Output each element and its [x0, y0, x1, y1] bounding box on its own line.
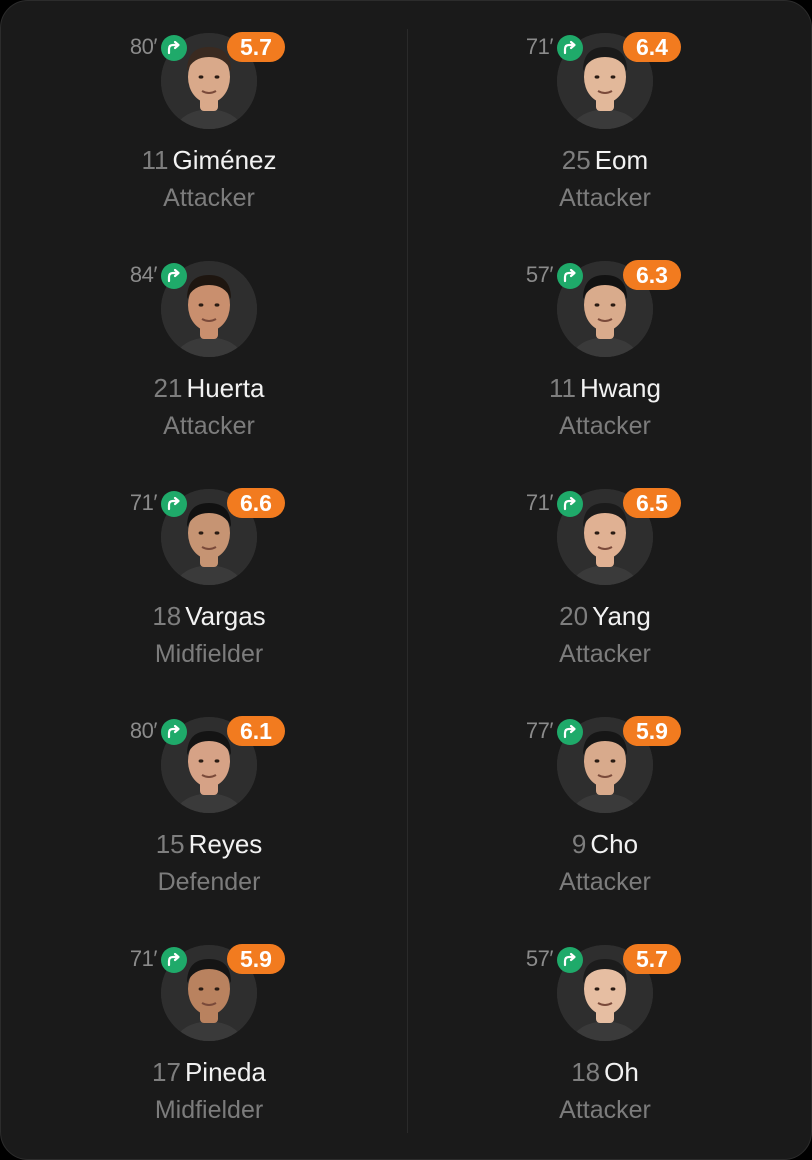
player-card-eom[interactable]: 71′ 6.4 25 Eom Attacker	[405, 1, 805, 229]
player-card-cho[interactable]: 77′ 5.9 9 Cho Attacker	[405, 685, 805, 913]
shirt-number: 11	[549, 373, 577, 403]
substitution-out-icon	[557, 263, 583, 289]
player-name-line: 11 Hwang	[405, 373, 805, 404]
player-position: Attacker	[559, 868, 651, 896]
player-position: Attacker	[163, 412, 255, 440]
shirt-number: 15	[155, 829, 185, 859]
shirt-number: 11	[141, 145, 169, 175]
player-name: Huerta	[186, 373, 265, 403]
substitution-out-icon	[161, 263, 187, 289]
substitution-out-icon	[557, 35, 583, 61]
player-position: Midfielder	[154, 1096, 264, 1124]
player-position: Defender	[157, 868, 261, 896]
shirt-number: 9	[571, 829, 587, 859]
player-name-line: 18 Vargas	[9, 601, 409, 632]
substitution-minute: 71′	[525, 34, 554, 59]
shirt-number: 20	[559, 601, 589, 631]
player-card-huerta[interactable]: 84′ 21 Huerta Attacker	[9, 229, 409, 457]
shirt-number: 18	[152, 601, 182, 631]
substitution-out-icon	[557, 719, 583, 745]
player-rating-badge: 6.3	[623, 260, 681, 290]
substitution-out-icon	[161, 947, 187, 973]
player-name: Cho	[590, 829, 639, 859]
player-position: Attacker	[559, 184, 651, 212]
substitution-minute: 71′	[525, 490, 554, 515]
player-card-vargas[interactable]: 71′ 6.6 18 Vargas Midfielder	[9, 457, 409, 685]
substitution-minute: 71′	[129, 946, 158, 971]
shirt-number: 21	[153, 373, 183, 403]
player-name-line: 15 Reyes	[9, 829, 409, 860]
substitution-minute: 77′	[525, 718, 554, 743]
player-rating-badge: 6.5	[623, 488, 681, 518]
shirt-number: 25	[561, 145, 591, 175]
player-rating-badge: 5.9	[623, 716, 681, 746]
substitution-minute: 71′	[129, 490, 158, 515]
player-name-line: 11 Giménez	[9, 145, 409, 176]
player-card-hwang[interactable]: 57′ 6.3 11 Hwang Attacker	[405, 229, 805, 457]
substitution-out-icon	[557, 947, 583, 973]
player-card-reyes[interactable]: 80′ 6.1 15 Reyes Defender	[9, 685, 409, 913]
player-name-line: 21 Huerta	[9, 373, 409, 404]
player-position: Attacker	[163, 184, 255, 212]
player-rating-badge: 5.7	[227, 32, 285, 62]
shirt-number: 17	[152, 1057, 181, 1087]
player-name: Vargas	[185, 601, 266, 631]
substitution-minute: 57′	[525, 946, 554, 971]
player-name: Giménez	[172, 145, 277, 175]
player-name: Oh	[604, 1057, 639, 1087]
player-position: Midfielder	[154, 640, 264, 668]
player-name: Reyes	[188, 829, 263, 859]
player-name-line: 17 Pineda	[9, 1057, 409, 1088]
substitution-minute: 80′	[129, 34, 158, 59]
player-rating-badge: 6.6	[227, 488, 285, 518]
substitution-out-icon	[161, 35, 187, 61]
player-name: Hwang	[580, 373, 661, 403]
substitution-minute: 84′	[129, 262, 158, 287]
shirt-number: 18	[571, 1057, 601, 1087]
substitution-minute: 80′	[129, 718, 158, 743]
substitution-minute: 57′	[525, 262, 554, 287]
player-name-line: 18 Oh	[405, 1057, 805, 1088]
player-card-giménez[interactable]: 80′ 5.7 11 Giménez Attacker	[9, 1, 409, 229]
substitutes-card: 80′ 5.7 11 Giménez Attacker 84′ 21 Huert…	[0, 0, 812, 1160]
substitution-out-icon	[161, 491, 187, 517]
player-card-oh[interactable]: 57′ 5.7 18 Oh Attacker	[405, 913, 805, 1141]
player-rating-badge: 6.1	[227, 716, 285, 746]
player-name: Yang	[592, 601, 651, 631]
player-card-pineda[interactable]: 71′ 5.9 17 Pineda Midfielder	[9, 913, 409, 1141]
player-name: Eom	[594, 145, 649, 175]
player-name-line: 25 Eom	[405, 145, 805, 176]
substitution-out-icon	[557, 491, 583, 517]
player-name-line: 20 Yang	[405, 601, 805, 632]
player-position: Attacker	[559, 1096, 651, 1124]
player-name-line: 9 Cho	[405, 829, 805, 860]
player-rating-badge: 5.9	[227, 944, 285, 974]
substitution-out-icon	[161, 719, 187, 745]
player-card-yang[interactable]: 71′ 6.5 20 Yang Attacker	[405, 457, 805, 685]
player-position: Attacker	[559, 640, 651, 668]
player-position: Attacker	[559, 412, 651, 440]
player-rating-badge: 5.7	[623, 944, 681, 974]
player-name: Pineda	[184, 1057, 266, 1087]
player-rating-badge: 6.4	[623, 32, 681, 62]
